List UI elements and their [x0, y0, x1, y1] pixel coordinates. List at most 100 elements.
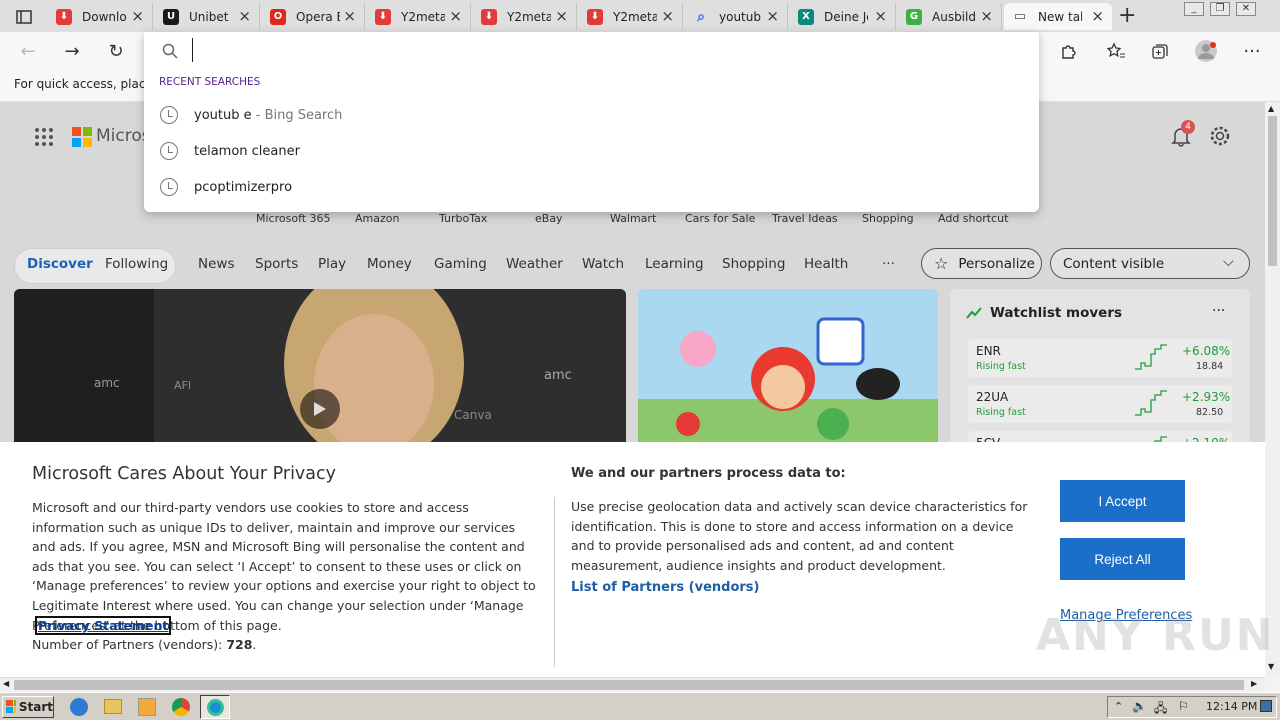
windows-logo-icon [6, 700, 16, 713]
nav-item-3[interactable]: News [198, 256, 234, 272]
tab-close-icon[interactable]: × [980, 8, 993, 24]
tab-close-icon[interactable]: × [343, 8, 356, 24]
shortcut-7[interactable]: Travel Ideas [772, 212, 838, 225]
nav-item-2[interactable]: Following [105, 256, 168, 272]
scroll-right-icon[interactable]: ▶ [1251, 679, 1257, 688]
suggestion-item[interactable]: youtub e - Bing Search [144, 97, 1039, 133]
nav-item-12[interactable]: Health [804, 256, 848, 272]
media-player-icon[interactable] [138, 698, 156, 716]
refresh-button[interactable]: ↻ [104, 40, 128, 62]
privacy-statement-link[interactable]: Privacy Statement [35, 616, 172, 635]
tab-close-icon[interactable]: × [131, 8, 144, 24]
stock-row[interactable]: ENR Rising fast +6.08% 18.84 [968, 339, 1232, 377]
game-card[interactable] [638, 289, 938, 449]
new-tab-button[interactable]: + [1118, 5, 1136, 27]
shortcut-1[interactable]: Microsoft 365 [256, 212, 331, 225]
tab-7[interactable]: ⌕ youtub × [685, 3, 788, 30]
favorites-button[interactable] [1104, 40, 1128, 62]
shortcut-6[interactable]: Cars for Sale [685, 212, 755, 225]
tab-8[interactable]: X Deine Jo × [790, 3, 896, 30]
video-card[interactable]: amc amc Canva AFI [14, 289, 626, 449]
tab-close-icon[interactable]: × [874, 8, 887, 24]
shortcut-9[interactable]: Add shortcut [938, 212, 1008, 225]
forward-button[interactable]: → [60, 40, 84, 62]
reject-all-button[interactable]: Reject All [1060, 538, 1185, 580]
extensions-button[interactable] [1056, 40, 1080, 62]
show-desktop-icon[interactable] [1260, 700, 1272, 712]
tab-close-icon[interactable]: × [555, 8, 568, 24]
tab-title: Unibet [189, 9, 229, 24]
tab-6[interactable]: ⬇ Y2meta × [579, 3, 683, 30]
scroll-down-icon[interactable]: ▼ [1268, 662, 1274, 671]
back-button[interactable]: ← [16, 40, 40, 62]
edge-taskbar-button[interactable] [200, 695, 230, 719]
tab-title: Y2meta [401, 9, 445, 24]
shortcut-4[interactable]: eBay [535, 212, 563, 225]
nav-item-13[interactable]: ··· [882, 256, 895, 272]
partners-list-link[interactable]: List of Partners (vendors) [571, 580, 759, 595]
app-launcher-icon[interactable] [34, 127, 54, 151]
tab-close-icon[interactable]: × [766, 8, 779, 24]
horizontal-scrollbar[interactable]: ◀ ▶ [0, 677, 1265, 692]
tab-close-icon[interactable]: × [661, 8, 674, 24]
tab-title: Opera B [296, 9, 340, 24]
accept-button[interactable]: I Accept [1060, 480, 1185, 522]
notifications-button[interactable]: 4 [1170, 120, 1195, 151]
stock-row[interactable]: 22UA Rising fast +2.93% 82.50 [968, 385, 1232, 423]
restore-button[interactable]: ❐ [1210, 2, 1230, 16]
flag-icon[interactable]: ⚐ [1178, 699, 1189, 713]
shortcut-3[interactable]: TurboTax [439, 212, 487, 225]
ie-icon[interactable] [70, 698, 88, 716]
network-icon[interactable]: 🖧 [1154, 699, 1167, 720]
tab-close-icon[interactable]: × [449, 8, 462, 24]
nav-item-10[interactable]: Learning [645, 256, 704, 272]
nav-item-5[interactable]: Play [318, 256, 346, 272]
watchlist-more-button[interactable]: ··· [1212, 303, 1225, 319]
collections-button[interactable] [1148, 40, 1172, 62]
scroll-up-icon[interactable]: ▲ [1268, 104, 1274, 113]
volume-icon[interactable]: 🔈 [1132, 699, 1147, 713]
start-button[interactable]: Start [2, 696, 54, 718]
vertical-scrollbar[interactable]: ▲ ▼ [1265, 102, 1280, 677]
tab-4[interactable]: ⬇ Y2meta × [367, 3, 471, 30]
nav-item-7[interactable]: Gaming [434, 256, 487, 272]
nav-item-4[interactable]: Sports [255, 256, 298, 272]
scroll-left-icon[interactable]: ◀ [3, 679, 9, 688]
nav-item-1[interactable]: Discover [27, 256, 93, 272]
close-window-button[interactable]: ✕ [1236, 2, 1256, 16]
tab-3[interactable]: O Opera B × [262, 3, 365, 30]
chrome-icon[interactable] [172, 698, 190, 716]
nav-item-6[interactable]: Money [367, 256, 412, 272]
settings-button[interactable] [1209, 125, 1231, 151]
tab-actions-button[interactable] [8, 6, 40, 28]
content-visible-dropdown[interactable]: Content visible ⌵ [1050, 248, 1250, 279]
nav-item-9[interactable]: Watch [582, 256, 624, 272]
tab-2[interactable]: U Unibet × [155, 3, 260, 30]
shortcut-8[interactable]: Shopping [862, 212, 914, 225]
data-processing-title: We and our partners process data to: [571, 466, 846, 481]
profile-button[interactable] [1194, 40, 1218, 62]
play-icon[interactable] [300, 389, 340, 429]
more-options-button[interactable]: ··· [1240, 40, 1264, 62]
nav-item-8[interactable]: Weather [506, 256, 563, 272]
tab-10[interactable]: ▭ New tal × [1004, 3, 1112, 30]
shortcut-2[interactable]: Amazon [355, 212, 399, 225]
tab-9[interactable]: G Ausbild × [898, 3, 1002, 30]
horizontal-scrollbar-thumb[interactable] [14, 680, 1244, 690]
folder-icon[interactable] [104, 699, 122, 714]
tab-1[interactable]: ⬇ Downlo × [48, 3, 153, 30]
tray-expand-icon[interactable]: ⌃ [1114, 700, 1123, 713]
suggestion-item[interactable]: telamon cleaner [144, 133, 1039, 169]
scrollbar-thumb[interactable] [1268, 116, 1277, 266]
minimize-button[interactable]: _ [1184, 2, 1204, 16]
tab-close-icon[interactable]: × [1091, 8, 1104, 24]
shortcut-5[interactable]: Walmart [610, 212, 656, 225]
tab-title: Downlo [82, 9, 126, 24]
address-input[interactable] [192, 38, 1012, 62]
suggestion-source: - Bing Search [251, 107, 343, 123]
nav-item-11[interactable]: Shopping [722, 256, 785, 272]
personalize-button[interactable]: ☆ Personalize [921, 248, 1042, 279]
suggestion-item[interactable]: pcoptimizerpro [144, 169, 1039, 205]
tab-5[interactable]: ⬇ Y2meta × [473, 3, 577, 30]
tab-close-icon[interactable]: × [238, 8, 251, 24]
